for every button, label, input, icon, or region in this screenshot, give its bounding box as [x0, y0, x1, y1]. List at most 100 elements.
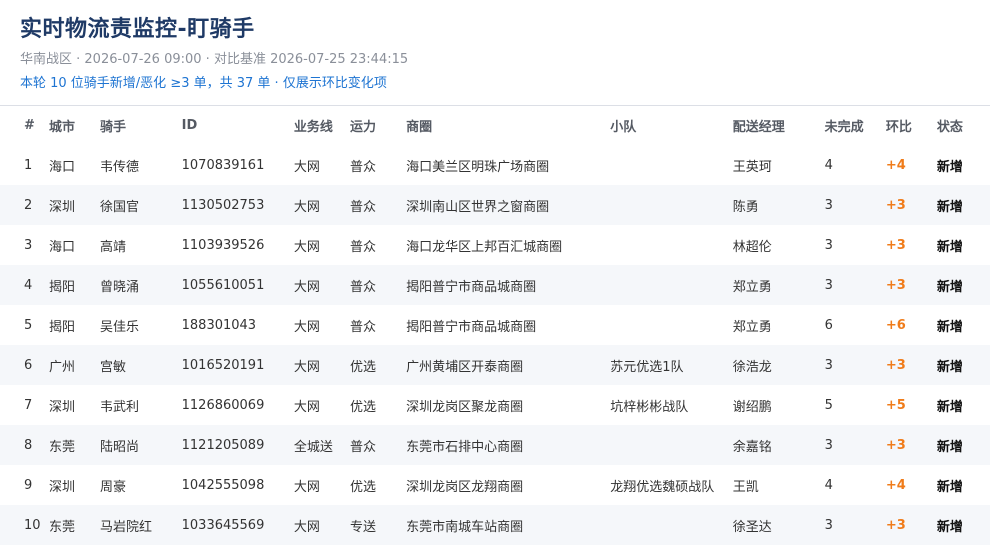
row-city: 海口	[48, 159, 75, 175]
row-team	[610, 265, 733, 305]
col-header-city: 城市	[48, 106, 100, 145]
row-city: 揭阳	[48, 265, 100, 305]
row-status: 新增	[936, 425, 990, 465]
col-header-rider: 骑手	[100, 106, 182, 145]
page-title: 实时物流责监控-盯骑手	[20, 17, 255, 42]
table-header-row: # 城市 骑手 ID 业务线 运力 商圈 小队 配送经理 未完成 环比 状态	[0, 106, 990, 145]
row-rider-name: 周豪	[100, 479, 127, 495]
row-pending-count: 3	[824, 425, 886, 465]
row-business-line: 大网	[293, 185, 351, 225]
row-index: 7	[24, 397, 33, 413]
row-pending-count: 6	[824, 317, 833, 333]
row-city: 深圳	[48, 185, 100, 225]
row-area: 广州黄埔区开泰商圈	[406, 345, 611, 385]
table-row[interactable]: 5 揭阳 吴佳乐 188301043 大网 普众 揭阳普宁市商品城商圈 郑立勇 6 +6 新增	[0, 305, 990, 345]
row-change: +3	[885, 425, 937, 465]
row-index: 8	[0, 425, 49, 465]
table-row[interactable]: 1 海口 韦传德 1070839161 大网 普众 海口美兰区明珠广场商圈 王英珂 4 +4 新增	[0, 145, 990, 185]
row-rider-id: 1126860069	[181, 397, 265, 413]
row-pending-count: 5	[824, 397, 833, 413]
table-row[interactable]: 8 东莞 陆昭尚 1121205089 全城送 普众 东莞市石排中心商圈 余嘉铭 3 +3 新增	[0, 425, 990, 465]
row-status: 新增	[936, 399, 963, 415]
row-rider-name: 陆昭尚	[100, 425, 182, 465]
row-team	[610, 145, 732, 185]
row-rider-id: 1130502753	[181, 185, 294, 225]
row-rider-name: 韦传德	[100, 159, 140, 175]
table-row[interactable]: 6 广州 宫敏 1016520191 大网 优选 广州黄埔区开泰商圈 苏元优选1队 徐浩龙 3 +3…	[0, 345, 990, 385]
row-status: 新增	[936, 185, 990, 225]
row-index: 9	[24, 477, 33, 493]
row-change: +3	[885, 265, 937, 305]
row-business-line: 全城送	[293, 425, 351, 465]
row-index: 5	[24, 317, 33, 333]
row-rider-id: 1121205089	[181, 425, 294, 465]
row-status: 新增	[936, 265, 990, 305]
row-area: 海口龙华区上邦百汇城商圈	[406, 239, 563, 255]
row-team: 龙翔优选魏硕战队	[610, 479, 715, 495]
row-rider-name: 韦武利	[100, 399, 140, 415]
row-rider-id: 1042555098	[181, 477, 265, 493]
row-rider-name: 曾晓涌	[100, 265, 182, 305]
row-capacity: 普众	[350, 159, 377, 175]
row-capacity: 优选	[350, 399, 377, 415]
table-row[interactable]: 7 深圳 韦武利 1126860069 大网 优选 深圳龙岗区聚龙商圈 坑梓彬彬战队 谢绍鹏 5 +…	[0, 385, 990, 425]
row-change: +6	[885, 317, 906, 333]
row-manager: 王凯	[732, 479, 759, 495]
row-change: +3	[885, 505, 937, 545]
row-city: 深圳	[48, 399, 75, 415]
row-rider-id: 1055610051	[181, 265, 294, 305]
row-change: +3	[885, 345, 937, 385]
row-manager: 徐圣达	[732, 505, 825, 545]
row-pending-count: 4	[824, 477, 833, 493]
row-manager: 徐浩龙	[732, 345, 825, 385]
row-capacity: 普众	[350, 239, 377, 255]
row-area: 揭阳普宁市商品城商圈	[406, 319, 537, 335]
row-business-line: 大网	[293, 239, 320, 255]
table-row[interactable]: 2 深圳 徐国官 1130502753 大网 普众 深圳南山区世界之窗商圈 陈勇 3 +3 新增	[0, 185, 990, 225]
row-status: 新增	[936, 505, 990, 545]
row-capacity: 优选	[350, 479, 377, 495]
col-header-change: 环比	[885, 106, 937, 145]
row-team	[610, 305, 732, 345]
row-rider-id: 1033645569	[181, 505, 294, 545]
table-row[interactable]: 4 揭阳 曾晓涌 1055610051 大网 普众 揭阳普宁市商品城商圈 郑立勇 3 +3 新增	[0, 265, 990, 305]
row-business-line: 大网	[293, 505, 351, 545]
row-city: 海口	[48, 239, 75, 255]
row-capacity: 普众	[350, 425, 407, 465]
row-index: 2	[0, 185, 49, 225]
row-status: 新增	[936, 345, 990, 385]
table-row[interactable]: 10 东莞 马岩院红 1033645569 大网 专送 东莞市南城车站商圈 徐圣达 3 +3 新增	[0, 505, 990, 545]
row-status: 新增	[936, 159, 963, 175]
row-business-line: 大网	[293, 399, 320, 415]
row-change: +3	[885, 185, 937, 225]
col-header-team: 小队	[610, 106, 733, 145]
table-row[interactable]: 3 海口 高靖 1103939526 大网 普众 海口龙华区上邦百汇城商圈 林超伦 3 +3 新增	[0, 225, 990, 265]
row-business-line: 大网	[293, 265, 351, 305]
row-business-line: 大网	[293, 319, 320, 335]
row-city: 东莞	[48, 425, 100, 465]
row-city: 广州	[48, 345, 100, 385]
row-area: 东莞市石排中心商圈	[406, 425, 611, 465]
col-header-manager: 配送经理	[732, 106, 825, 145]
table-row[interactable]: 9 深圳 周豪 1042555098 大网 优选 深圳龙岗区龙翔商圈 龙翔优选魏硕战队 王凯 4 +…	[0, 465, 990, 505]
row-team	[610, 505, 733, 545]
row-business-line: 大网	[293, 345, 351, 385]
row-status: 新增	[936, 479, 963, 495]
col-header-pending: 未完成	[824, 106, 886, 145]
row-rider-id: 1070839161	[181, 157, 265, 173]
col-header-status: 状态	[936, 106, 990, 145]
row-city: 东莞	[48, 505, 100, 545]
row-business-line: 大网	[293, 479, 320, 495]
row-pending-count: 3	[824, 505, 886, 545]
row-area: 深圳南山区世界之窗商圈	[406, 185, 611, 225]
row-pending-count: 4	[824, 157, 833, 173]
row-area: 揭阳普宁市商品城商圈	[406, 265, 611, 305]
row-area: 东莞市南城车站商圈	[406, 505, 611, 545]
row-index: 4	[0, 265, 49, 305]
row-area: 深圳龙岗区龙翔商圈	[406, 479, 524, 495]
row-capacity: 普众	[350, 265, 407, 305]
row-capacity: 普众	[350, 319, 377, 335]
row-index: 3	[24, 237, 33, 253]
row-rider-id: 188301043	[181, 317, 257, 333]
col-header-index: #	[0, 106, 49, 145]
